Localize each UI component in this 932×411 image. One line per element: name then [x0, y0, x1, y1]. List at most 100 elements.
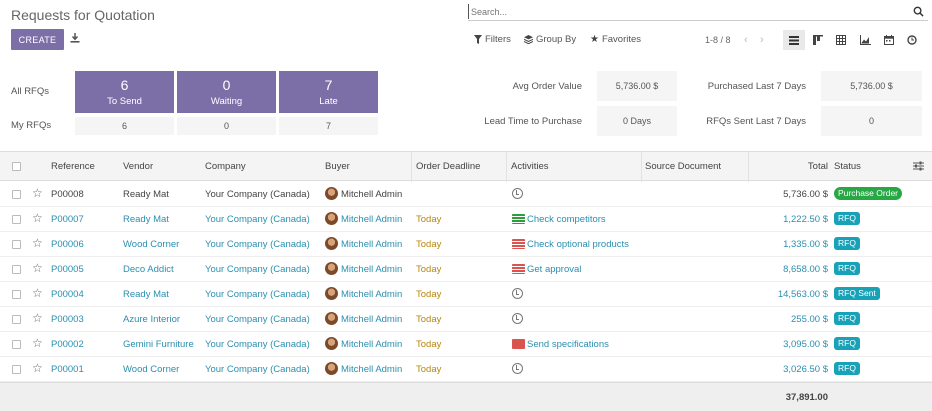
- search-input[interactable]: [468, 4, 888, 19]
- filters-button[interactable]: Filters: [474, 34, 511, 45]
- star-icon[interactable]: ☆: [32, 211, 43, 225]
- vendor[interactable]: Ready Mat: [123, 289, 169, 300]
- chevron-left-icon[interactable]: ‹: [744, 34, 748, 46]
- star-icon[interactable]: ☆: [32, 236, 43, 250]
- optional-columns-icon[interactable]: [913, 161, 924, 174]
- search-bar[interactable]: [468, 4, 928, 21]
- vendor[interactable]: Deco Addict: [123, 264, 174, 275]
- company[interactable]: Your Company (Canada): [205, 364, 310, 375]
- mail-icon[interactable]: [512, 339, 525, 349]
- row-checkbox[interactable]: [12, 315, 21, 324]
- buyer[interactable]: Mitchell Admin: [341, 239, 402, 250]
- table-row[interactable]: ☆ P00007 Ready Mat Your Company (Canada) Mit…: [0, 207, 932, 232]
- graph-view-icon[interactable]: [854, 30, 876, 50]
- buyer[interactable]: Mitchell Admin: [341, 214, 402, 225]
- activity-summary[interactable]: Send specifications: [527, 339, 609, 350]
- col-activities[interactable]: Activities: [511, 161, 548, 172]
- tile-to-send[interactable]: 6 To Send: [75, 71, 174, 113]
- buyer[interactable]: Mitchell Admin: [341, 289, 402, 300]
- table-row[interactable]: ☆ P00006 Wood Corner Your Company (Canada) M…: [0, 232, 932, 257]
- search-icon[interactable]: [913, 6, 924, 20]
- column-divider[interactable]: [411, 152, 412, 182]
- reference[interactable]: P00007: [51, 214, 84, 225]
- row-checkbox[interactable]: [12, 265, 21, 274]
- star-icon[interactable]: ☆: [32, 286, 43, 300]
- pager-value[interactable]: 1-8 / 8: [705, 35, 731, 45]
- activity-summary[interactable]: Check competitors: [527, 214, 606, 225]
- clock-icon[interactable]: [512, 288, 523, 299]
- select-all-checkbox[interactable]: [12, 162, 21, 171]
- vendor[interactable]: Gemini Furniture: [123, 339, 194, 350]
- todo-icon[interactable]: [512, 239, 525, 249]
- buyer[interactable]: Mitchell Admin: [341, 189, 402, 200]
- todo-icon[interactable]: [512, 214, 525, 224]
- column-divider[interactable]: [506, 152, 507, 182]
- buyer[interactable]: Mitchell Admin: [341, 314, 402, 325]
- table-row[interactable]: ☆ P00003 Azure Interior Your Company (Canad…: [0, 307, 932, 332]
- activity-summary[interactable]: Get approval: [527, 264, 581, 275]
- reference[interactable]: P00002: [51, 339, 84, 350]
- activity-summary[interactable]: Check optional products: [527, 239, 629, 250]
- company[interactable]: Your Company (Canada): [205, 214, 310, 225]
- company[interactable]: Your Company (Canada): [205, 189, 310, 200]
- row-checkbox[interactable]: [12, 365, 21, 374]
- clock-icon[interactable]: [512, 188, 523, 199]
- todo-icon[interactable]: [512, 264, 525, 274]
- company[interactable]: Your Company (Canada): [205, 264, 310, 275]
- company[interactable]: Your Company (Canada): [205, 339, 310, 350]
- col-reference[interactable]: Reference: [51, 161, 95, 172]
- favorites-button[interactable]: ★ Favorites: [590, 34, 641, 45]
- company[interactable]: Your Company (Canada): [205, 289, 310, 300]
- table-row[interactable]: ☆ P00001 Wood Corner Your Company (Canada) M…: [0, 357, 932, 382]
- row-checkbox[interactable]: [12, 215, 21, 224]
- table-row[interactable]: ☆ P00004 Ready Mat Your Company (Canada) Mit…: [0, 282, 932, 307]
- calendar-view-icon[interactable]: [878, 30, 900, 50]
- row-checkbox[interactable]: [12, 290, 21, 299]
- column-divider[interactable]: [641, 152, 642, 182]
- group-by-button[interactable]: Group By: [524, 34, 576, 45]
- my-waiting-count[interactable]: 0: [177, 117, 276, 135]
- table-row[interactable]: ☆ P00005 Deco Addict Your Company (Canada) M…: [0, 257, 932, 282]
- reference[interactable]: P00006: [51, 239, 84, 250]
- clock-icon[interactable]: [512, 363, 523, 374]
- col-order-deadline[interactable]: Order Deadline: [416, 161, 480, 172]
- download-icon[interactable]: [70, 33, 80, 46]
- reference[interactable]: P00008: [51, 189, 84, 200]
- row-checkbox[interactable]: [12, 340, 21, 349]
- list-view-icon[interactable]: [783, 30, 805, 50]
- tile-waiting[interactable]: 0 Waiting: [177, 71, 276, 113]
- col-buyer[interactable]: Buyer: [325, 161, 350, 172]
- vendor[interactable]: Azure Interior: [123, 314, 180, 325]
- reference[interactable]: P00001: [51, 364, 84, 375]
- vendor[interactable]: Wood Corner: [123, 364, 179, 375]
- chevron-right-icon[interactable]: ›: [760, 34, 764, 46]
- my-to-send-count[interactable]: 6: [75, 117, 174, 135]
- kanban-view-icon[interactable]: [807, 30, 829, 50]
- company[interactable]: Your Company (Canada): [205, 314, 310, 325]
- reference[interactable]: P00004: [51, 289, 84, 300]
- star-icon[interactable]: ☆: [32, 336, 43, 350]
- company[interactable]: Your Company (Canada): [205, 239, 310, 250]
- col-vendor[interactable]: Vendor: [123, 161, 153, 172]
- row-checkbox[interactable]: [12, 240, 21, 249]
- create-button[interactable]: CREATE: [11, 29, 64, 50]
- buyer[interactable]: Mitchell Admin: [341, 264, 402, 275]
- clock-icon[interactable]: [512, 313, 523, 324]
- col-status[interactable]: Status: [834, 161, 861, 172]
- column-divider[interactable]: [748, 152, 749, 182]
- row-checkbox[interactable]: [12, 190, 21, 199]
- col-source-document[interactable]: Source Document: [645, 161, 721, 172]
- vendor[interactable]: Ready Mat: [123, 189, 169, 200]
- reference[interactable]: P00005: [51, 264, 84, 275]
- buyer[interactable]: Mitchell Admin: [341, 339, 402, 350]
- col-company[interactable]: Company: [205, 161, 246, 172]
- star-icon[interactable]: ☆: [32, 311, 43, 325]
- vendor[interactable]: Wood Corner: [123, 239, 179, 250]
- buyer[interactable]: Mitchell Admin: [341, 364, 402, 375]
- tile-late[interactable]: 7 Late: [279, 71, 378, 113]
- pivot-view-icon[interactable]: [830, 30, 852, 50]
- star-icon[interactable]: ☆: [32, 186, 43, 200]
- activity-view-icon[interactable]: [901, 30, 923, 50]
- table-row[interactable]: ☆ P00002 Gemini Furniture Your Company (Can…: [0, 332, 932, 357]
- table-row[interactable]: ☆ P00008 Ready Mat Your Company (Canada) Mit…: [0, 182, 932, 207]
